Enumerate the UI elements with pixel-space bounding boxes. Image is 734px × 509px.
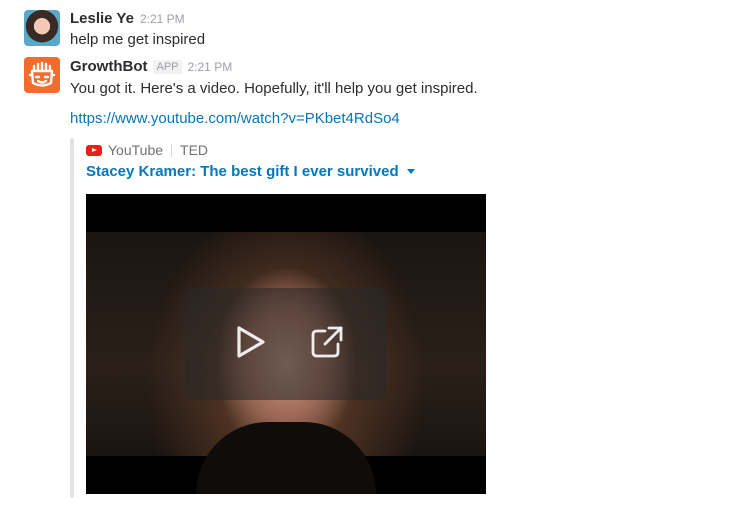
play-icon[interactable] xyxy=(229,322,269,362)
attachment-border xyxy=(70,138,74,498)
attachment-service: YouTube TED xyxy=(86,141,208,159)
service-name[interactable]: YouTube xyxy=(108,142,163,158)
caret-down-icon[interactable] xyxy=(406,169,415,174)
thumbnail-figure xyxy=(196,422,376,494)
growthbot-avatar[interactable] xyxy=(24,57,60,93)
message-text: You got it. Here's a video. Hopefully, i… xyxy=(70,80,478,97)
sender-name[interactable]: Leslie Ye xyxy=(70,10,134,27)
sender-name[interactable]: GrowthBot xyxy=(70,58,147,75)
service-author[interactable]: TED xyxy=(180,142,208,158)
robot-face-icon xyxy=(28,61,56,87)
user-avatar[interactable] xyxy=(24,10,60,46)
video-player[interactable] xyxy=(86,194,486,494)
open-external-icon[interactable] xyxy=(307,322,347,362)
youtube-icon xyxy=(86,144,102,156)
video-controls-overlay xyxy=(185,288,386,400)
divider xyxy=(171,143,173,157)
video-title[interactable]: Stacey Kramer: The best gift I ever surv… xyxy=(86,163,399,180)
message-text: help me get inspired xyxy=(70,31,206,48)
message-timestamp[interactable]: 2:21 PM xyxy=(188,60,233,74)
app-badge: APP xyxy=(153,60,182,74)
message-header: Leslie Ye 2:21 PM xyxy=(70,10,185,30)
message-timestamp[interactable]: 2:21 PM xyxy=(140,12,185,26)
message-header: GrowthBot APP 2:21 PM xyxy=(70,58,232,78)
video-title-link[interactable]: Stacey Kramer: The best gift I ever surv… xyxy=(86,163,415,180)
youtube-link[interactable]: https://www.youtube.com/watch?v=PKbet4Rd… xyxy=(70,110,400,127)
